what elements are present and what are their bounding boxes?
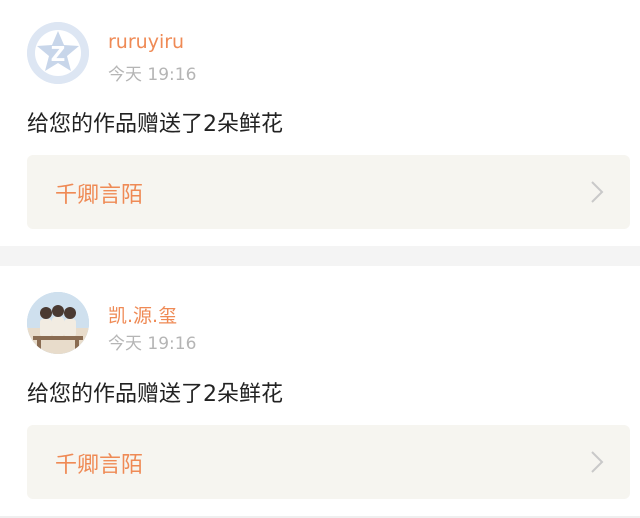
notification-message: 给您的作品赠送了2朵鲜花 xyxy=(27,382,283,407)
username[interactable]: ruruyiru xyxy=(108,31,184,53)
notification-card: 凯.源.玺 今天 19:16 给您的作品赠送了2朵鲜花 千卿言陌 xyxy=(0,266,640,518)
svg-text:Z: Z xyxy=(51,42,66,66)
chevron-right-icon xyxy=(591,451,604,473)
chevron-right-icon xyxy=(591,181,604,203)
notification-card: Z ruruyiru 今天 19:16 给您的作品赠送了2朵鲜花 千卿言陌 xyxy=(0,0,640,246)
default-avatar-icon[interactable]: Z xyxy=(27,22,89,84)
work-title: 千卿言陌 xyxy=(55,453,144,478)
username[interactable]: 凯.源.玺 xyxy=(108,301,177,328)
timestamp: 今天 19:16 xyxy=(108,334,197,354)
notification-message: 给您的作品赠送了2朵鲜花 xyxy=(27,112,283,137)
timestamp: 今天 19:16 xyxy=(108,65,197,85)
user-photo-avatar[interactable] xyxy=(27,292,89,354)
work-title: 千卿言陌 xyxy=(55,183,144,208)
work-link[interactable]: 千卿言陌 xyxy=(27,425,630,499)
work-link[interactable]: 千卿言陌 xyxy=(27,155,630,229)
